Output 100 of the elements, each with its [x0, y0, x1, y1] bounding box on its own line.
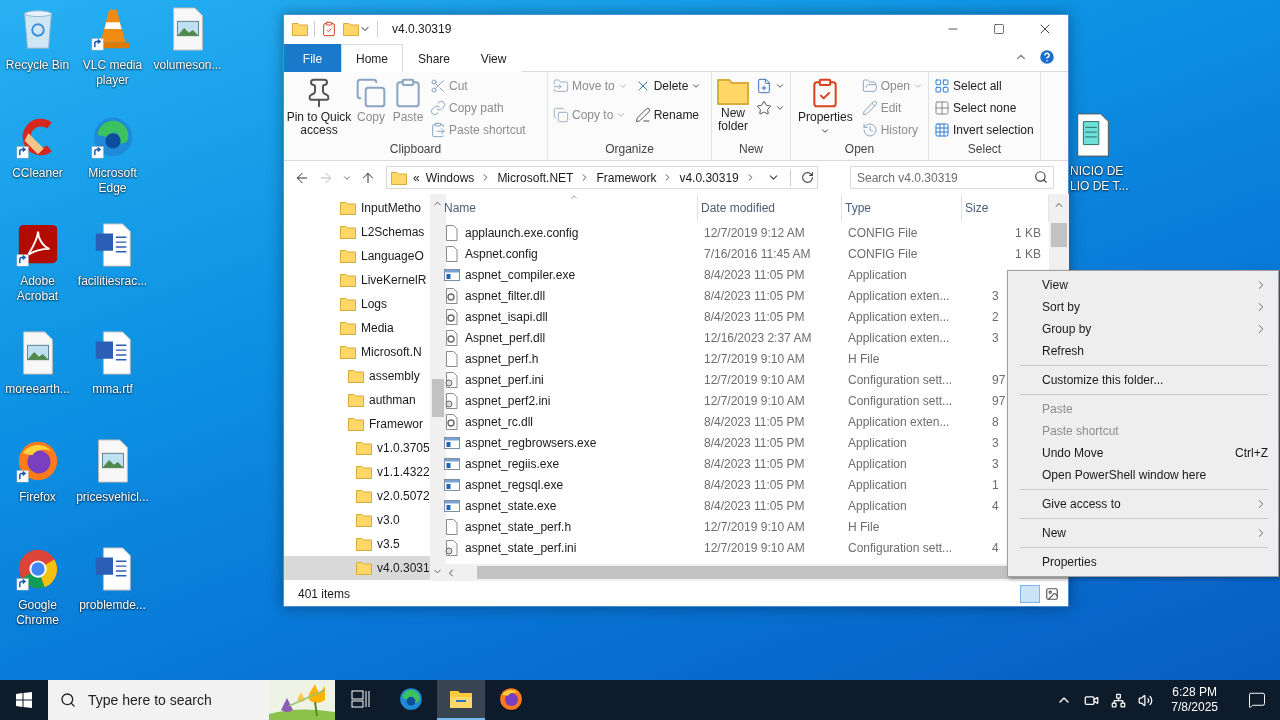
taskbar-button[interactable] — [437, 680, 485, 720]
table-cell-text: 12/7/2019 9:10 AM — [703, 350, 806, 368]
group-label: Clipboard — [388, 142, 443, 158]
menu-item[interactable]: Group by — [1010, 318, 1276, 340]
group-label: New — [738, 142, 764, 158]
breadcrumb[interactable]: Framework — [596, 170, 657, 185]
ribbon-button[interactable]: Properties — [793, 75, 858, 138]
folder-tree-item[interactable]: Logs — [284, 292, 430, 316]
ribbon-tab[interactable]: Home — [341, 44, 403, 72]
ribbon-button[interactable]: Delete — [633, 75, 703, 97]
breadcrumb[interactable]: Windows — [425, 170, 475, 185]
scroll-thumb[interactable] — [431, 379, 444, 417]
folder-tree-item[interactable]: authman — [284, 388, 430, 412]
desktop-icon-label[interactable]: NICIO DE LIO DE T... — [1070, 164, 1134, 194]
search-field[interactable]: Search v4.0.30319 — [850, 166, 1054, 189]
menu-item[interactable]: Sort by — [1010, 296, 1276, 318]
ribbon-tab[interactable]: File — [284, 44, 341, 72]
menu-item[interactable]: New — [1010, 522, 1276, 544]
folder-tree-item[interactable]: LanguageO — [284, 244, 430, 268]
application-icon — [444, 497, 460, 514]
folder-icon — [340, 321, 356, 335]
menu-item[interactable]: Undo Move Ctrl+Z — [1010, 442, 1276, 464]
folder-icon — [356, 561, 372, 575]
folder-tree-item[interactable]: Microsoft.N — [284, 340, 430, 364]
ribbon-button[interactable]: Select all — [933, 75, 1035, 97]
file-name: aspnet_perf.ini — [441, 369, 698, 390]
search-field[interactable]: Type here to search — [86, 691, 240, 709]
column-header[interactable]: Type — [842, 194, 962, 222]
ribbon-button[interactable]: Rename — [633, 104, 703, 126]
clock[interactable]: 6:28 PM 7/8/2025 — [1163, 685, 1226, 715]
table-cell-text: Configuration sett... — [847, 392, 954, 410]
caret-icon — [775, 103, 785, 113]
help-icon[interactable] — [1038, 48, 1056, 66]
menu-item[interactable]: Give access to — [1010, 493, 1276, 515]
table-cell-text: CONFIG File — [847, 245, 919, 263]
folder-tree-item[interactable]: v4.0.3031 — [284, 556, 430, 580]
ribbon-button[interactable]: Invert selection — [933, 119, 1035, 141]
file-icon — [444, 518, 460, 535]
table-cell-text: H File — [847, 350, 881, 368]
table-cell-text: 4 — [991, 539, 1000, 557]
ribbon-button[interactable]: Select none — [933, 97, 1035, 119]
group-label: Organize — [604, 142, 655, 158]
volume-icon — [1138, 692, 1154, 708]
network-icon — [1111, 692, 1127, 708]
folder-icon — [356, 537, 372, 551]
copy-icon — [355, 77, 387, 109]
menu-item[interactable]: View — [1010, 274, 1276, 296]
folder-tree-item[interactable]: v3.0 — [284, 508, 430, 532]
folder-tree-item[interactable]: L2Schemas — [284, 220, 430, 244]
ribbon-button[interactable]: Pin to Quick access — [286, 75, 352, 139]
ribbon-button[interactable]: New folder — [714, 75, 752, 135]
folder-tree-item[interactable]: assembly — [284, 364, 430, 388]
copy-icon — [553, 107, 569, 123]
column-header[interactable]: Date modified — [698, 194, 842, 222]
scrollbar[interactable] — [429, 194, 446, 581]
folder-tree-item[interactable]: v2.0.5072 — [284, 484, 430, 508]
folder-tree-item[interactable]: v3.5 — [284, 532, 430, 556]
breadcrumb[interactable]: Microsoft.NET — [497, 170, 574, 185]
folder-tree-item[interactable]: Media — [284, 316, 430, 340]
folder-tree-item[interactable]: v1.0.3705 — [284, 436, 430, 460]
breadcrumb[interactable]: « — [413, 170, 420, 185]
desktop-icon-label[interactable]: Firefox — [19, 490, 56, 505]
menu-item[interactable]: Refresh — [1010, 340, 1276, 362]
breadcrumb[interactable]: v4.0.30319 — [679, 170, 739, 185]
table-cell-text: 8/4/2023 11:05 PM — [703, 266, 806, 284]
scroll-thumb[interactable] — [1051, 223, 1067, 247]
caret-icon — [616, 110, 627, 120]
folder-icon — [391, 170, 407, 185]
file-name: applaunch.exe.config — [441, 222, 698, 243]
gear-file-icon — [444, 287, 460, 304]
gear-file-icon — [444, 329, 460, 346]
globe-icon — [498, 686, 524, 712]
desktop-icon-label[interactable]: problemde... — [79, 598, 146, 613]
clipboard-check-icon[interactable] — [321, 21, 337, 37]
gear-file-icon — [444, 371, 460, 388]
address-bar[interactable]: « Windows Microsoft.NET Framework v4.0.30319 — [386, 166, 818, 189]
folder-icon — [348, 393, 364, 407]
column-header[interactable]: Name — [441, 194, 698, 222]
table-cell-text: 12/7/2019 9:12 AM — [703, 224, 806, 242]
folder-tree-item[interactable]: Framewor — [284, 412, 430, 436]
caret-icon — [913, 81, 923, 91]
windows-icon — [16, 692, 32, 708]
table-cell-text: 8/4/2023 11:05 PM — [703, 476, 806, 494]
table-cell-text: CONFIG File — [847, 224, 919, 242]
file-name: aspnet_perf.h — [441, 348, 698, 369]
pencil-icon — [861, 100, 878, 116]
grid-icon — [934, 100, 950, 116]
desktop-icon-label[interactable]: Google Chrome — [0, 598, 75, 628]
refresh-icon[interactable] — [801, 171, 814, 184]
folder-tree-item[interactable]: v1.1.4322 — [284, 460, 430, 484]
group-label: Select — [966, 142, 1003, 158]
menu-item[interactable]: Properties — [1010, 551, 1276, 573]
menu-item[interactable]: Customize this folder... — [1010, 369, 1276, 391]
folder-tree-item[interactable]: InputMetho — [284, 196, 430, 220]
file-name: Aspnet_perf.dll — [441, 327, 698, 348]
menu-item[interactable]: Open PowerShell window here — [1010, 464, 1276, 486]
table-cell-text: 3 — [991, 287, 1000, 305]
desktop-icon-label[interactable]: pricesvehicl... — [76, 490, 149, 505]
folder-tree-item[interactable]: LiveKernelR — [284, 268, 430, 292]
folder-icon — [449, 689, 473, 709]
